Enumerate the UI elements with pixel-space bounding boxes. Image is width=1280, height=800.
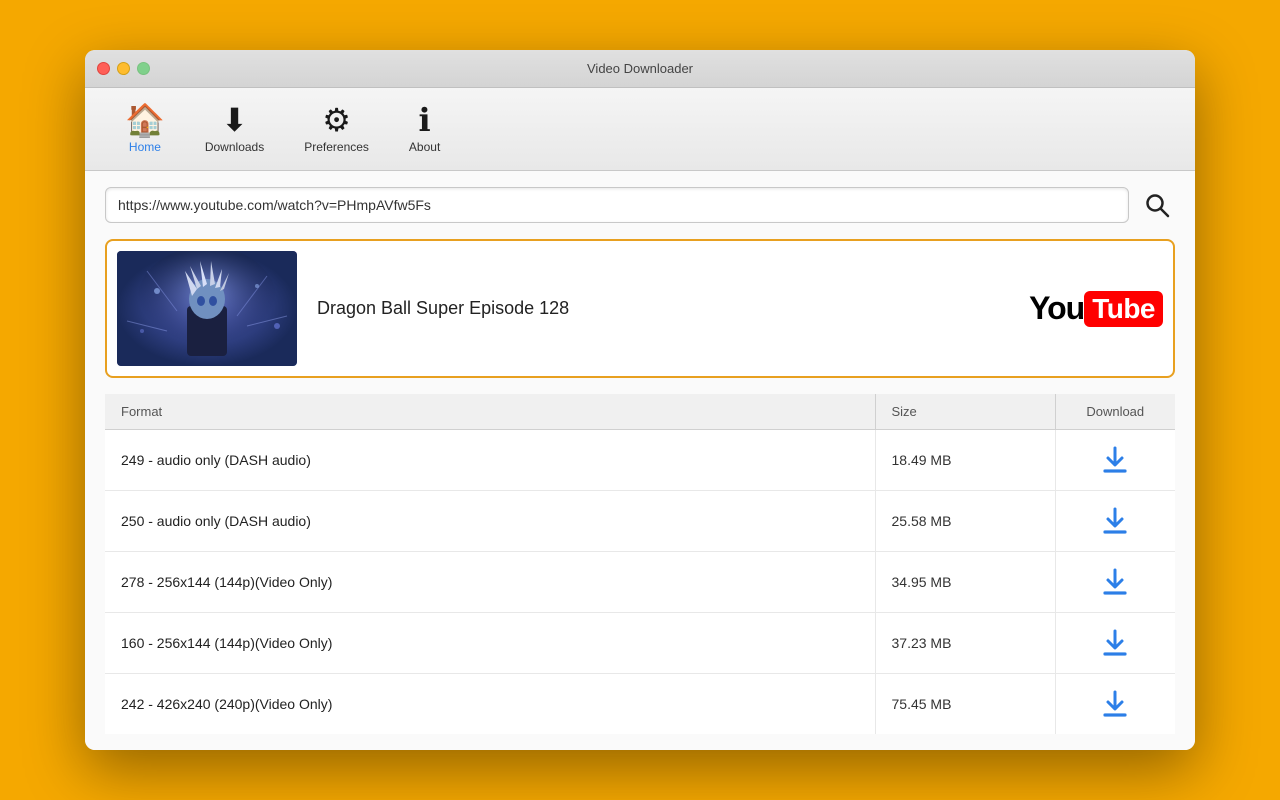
- format-table: Format Size Download 249 - audio only (D…: [105, 394, 1175, 734]
- table-row: 250 - audio only (DASH audio)25.58 MB: [105, 491, 1175, 552]
- format-cell: 250 - audio only (DASH audio): [105, 491, 875, 552]
- download-icon: [1099, 627, 1131, 659]
- search-button[interactable]: [1139, 187, 1175, 223]
- download-cell: [1055, 613, 1175, 674]
- video-card: Dragon Ball Super Episode 128 You Tube: [105, 239, 1175, 378]
- yt-you-text: You: [1029, 290, 1084, 327]
- download-icon: [1099, 444, 1131, 476]
- traffic-lights: [97, 62, 150, 75]
- format-cell: 278 - 256x144 (144p)(Video Only): [105, 552, 875, 613]
- size-cell: 18.49 MB: [875, 430, 1055, 491]
- download-button[interactable]: [1072, 566, 1160, 598]
- download-button[interactable]: [1072, 444, 1160, 476]
- toolbar-downloads-label: Downloads: [205, 140, 264, 154]
- size-cell: 75.45 MB: [875, 674, 1055, 735]
- size-cell: 37.23 MB: [875, 613, 1055, 674]
- table-row: 249 - audio only (DASH audio)18.49 MB: [105, 430, 1175, 491]
- toolbar-home[interactable]: 🏠 Home: [105, 98, 185, 160]
- download-button[interactable]: [1072, 505, 1160, 537]
- download-header: Download: [1055, 394, 1175, 430]
- download-cell: [1055, 491, 1175, 552]
- download-cell: [1055, 430, 1175, 491]
- yt-tube-text: Tube: [1084, 291, 1163, 327]
- toolbar-downloads[interactable]: ⬇ Downloads: [185, 98, 284, 160]
- about-icon: ℹ: [419, 104, 431, 136]
- maximize-button[interactable]: [137, 62, 150, 75]
- toolbar: 🏠 Home ⬇ Downloads ⚙ Preferences ℹ About: [85, 88, 1195, 171]
- download-icon: [1099, 505, 1131, 537]
- main-content: https://www.youtube.com/watch?v=PHmpAVfw…: [85, 171, 1195, 750]
- format-cell: 160 - 256x144 (144p)(Video Only): [105, 613, 875, 674]
- toolbar-about[interactable]: ℹ About: [389, 98, 460, 160]
- toolbar-about-label: About: [409, 140, 440, 154]
- download-button[interactable]: [1072, 627, 1160, 659]
- format-header: Format: [105, 394, 875, 430]
- downloads-icon: ⬇: [221, 104, 248, 136]
- table-row: 242 - 426x240 (240p)(Video Only)75.45 MB: [105, 674, 1175, 735]
- toolbar-home-label: Home: [129, 140, 161, 154]
- video-title: Dragon Ball Super Episode 128: [317, 298, 1009, 319]
- search-bar: https://www.youtube.com/watch?v=PHmpAVfw…: [105, 187, 1175, 223]
- url-input[interactable]: https://www.youtube.com/watch?v=PHmpAVfw…: [105, 187, 1129, 223]
- format-cell: 242 - 426x240 (240p)(Video Only): [105, 674, 875, 735]
- download-cell: [1055, 674, 1175, 735]
- toolbar-preferences-label: Preferences: [304, 140, 369, 154]
- download-cell: [1055, 552, 1175, 613]
- download-icon: [1099, 566, 1131, 598]
- format-cell: 249 - audio only (DASH audio): [105, 430, 875, 491]
- table-row: 278 - 256x144 (144p)(Video Only)34.95 MB: [105, 552, 1175, 613]
- table-row: 160 - 256x144 (144p)(Video Only)37.23 MB: [105, 613, 1175, 674]
- preferences-icon: ⚙: [322, 104, 351, 136]
- size-cell: 25.58 MB: [875, 491, 1055, 552]
- table-header-row: Format Size Download: [105, 394, 1175, 430]
- search-icon: [1144, 192, 1170, 218]
- size-cell: 34.95 MB: [875, 552, 1055, 613]
- thumbnail-art: [117, 251, 297, 366]
- download-icon: [1099, 688, 1131, 720]
- toolbar-preferences[interactable]: ⚙ Preferences: [284, 98, 389, 160]
- size-header: Size: [875, 394, 1055, 430]
- close-button[interactable]: [97, 62, 110, 75]
- video-thumbnail: [117, 251, 297, 366]
- download-button[interactable]: [1072, 688, 1160, 720]
- window-title: Video Downloader: [587, 61, 693, 76]
- minimize-button[interactable]: [117, 62, 130, 75]
- title-bar: Video Downloader: [85, 50, 1195, 88]
- youtube-logo: You Tube: [1029, 290, 1163, 327]
- home-icon: 🏠: [125, 104, 165, 136]
- app-window: Video Downloader 🏠 Home ⬇ Downloads ⚙ Pr…: [85, 50, 1195, 750]
